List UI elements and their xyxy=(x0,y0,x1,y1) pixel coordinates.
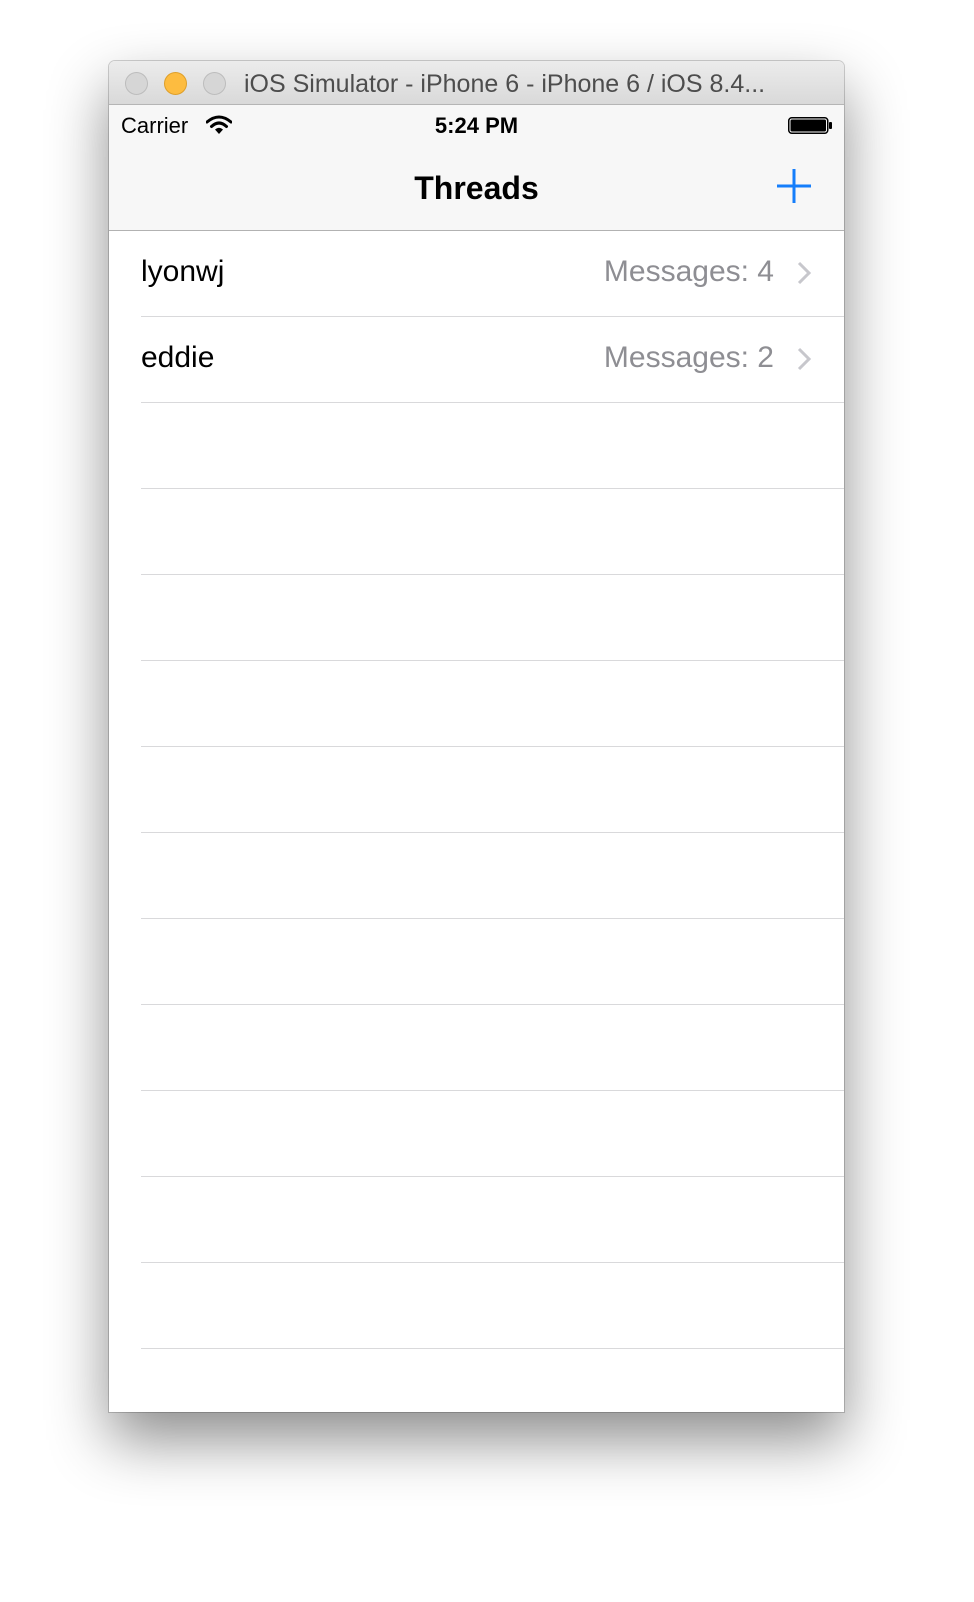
close-window-button[interactable] xyxy=(125,72,148,95)
status-bar: Carrier 5:24 PM xyxy=(109,105,844,145)
battery-icon xyxy=(788,117,832,134)
thread-message-count: Messages: 2 xyxy=(603,341,774,374)
chevron-right-icon xyxy=(797,347,812,371)
empty-row xyxy=(141,1263,844,1349)
empty-row xyxy=(141,489,844,575)
simulator-window: iOS Simulator - iPhone 6 - iPhone 6 / iO… xyxy=(109,61,844,1412)
thread-name: eddie xyxy=(141,341,215,374)
navigation-bar: Threads xyxy=(109,145,844,231)
chevron-right-icon xyxy=(797,261,812,285)
empty-row xyxy=(141,919,844,1005)
add-thread-button[interactable] xyxy=(775,167,813,205)
empty-row xyxy=(141,833,844,919)
threads-table: lyonwj Messages: 4 eddie Messages: 2 xyxy=(109,231,844,1412)
empty-row xyxy=(141,1005,844,1091)
thread-row-lyonwj[interactable]: lyonwj Messages: 4 xyxy=(141,231,844,317)
page-title: Threads xyxy=(414,170,539,206)
status-time: 5:24 PM xyxy=(434,113,519,138)
zoom-window-button[interactable] xyxy=(203,72,226,95)
empty-row xyxy=(141,1177,844,1263)
empty-row xyxy=(141,403,844,489)
empty-row xyxy=(141,1349,844,1412)
empty-row xyxy=(141,575,844,661)
empty-row xyxy=(141,747,844,833)
minimize-window-button[interactable] xyxy=(164,72,187,95)
window-titlebar: iOS Simulator - iPhone 6 - iPhone 6 / iO… xyxy=(109,61,844,105)
thread-row-eddie[interactable]: eddie Messages: 2 xyxy=(141,317,844,403)
empty-row xyxy=(141,661,844,747)
thread-name: lyonwj xyxy=(141,255,225,288)
empty-row xyxy=(141,1091,844,1177)
window-title: iOS Simulator - iPhone 6 - iPhone 6 / iO… xyxy=(244,70,766,98)
thread-message-count: Messages: 4 xyxy=(603,255,774,288)
plus-icon xyxy=(777,169,811,203)
